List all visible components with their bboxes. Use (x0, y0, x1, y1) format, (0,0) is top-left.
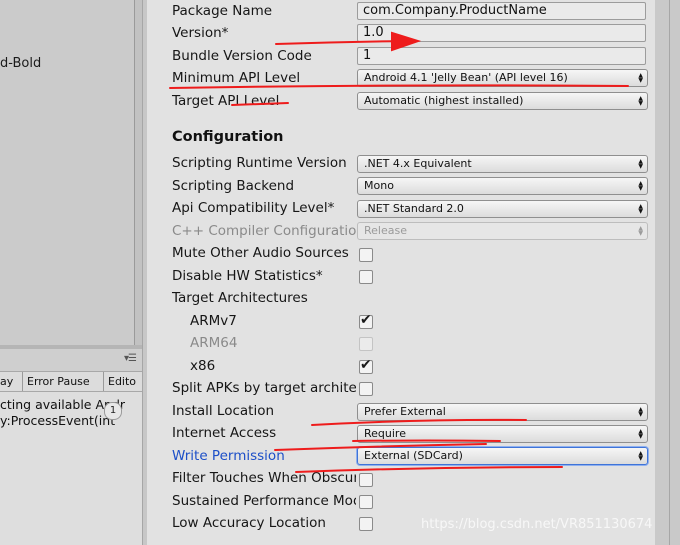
write-permission-label: Write Permission (172, 448, 285, 464)
disable-hw-statistics-checkbox[interactable] (359, 270, 373, 284)
x86-label: x86 (190, 358, 216, 374)
target-api-level-label: Target API Level (172, 93, 280, 109)
dropdown-value: Mono (364, 179, 394, 192)
armv7-label: ARMv7 (190, 313, 237, 329)
hierarchy-panel (0, 0, 135, 345)
cpp-compiler-configuration-dropdown: Release ▲ ▼ (357, 222, 648, 240)
font-name-fragment: d-Bold (0, 56, 42, 71)
configuration-section-title: Configuration (172, 129, 284, 145)
console-log-line[interactable]: y:ProcessEvent(int (0, 413, 115, 428)
install-location-dropdown[interactable]: Prefer External ▲ ▼ (357, 403, 648, 421)
scripting-backend-label: Scripting Backend (172, 178, 295, 194)
dropdown-value: External (SDCard) (364, 449, 463, 462)
console-header: ▾☰ (0, 349, 142, 372)
dropdown-value: Android 4.1 'Jelly Bean' (API level 16) (364, 71, 568, 84)
package-name-field[interactable]: com.Company.ProductName (357, 2, 646, 20)
x86-checkbox[interactable]: ✔ (359, 357, 373, 374)
version-field[interactable]: 1.0 (357, 24, 646, 42)
panel-separator (134, 0, 135, 345)
checkmark-icon: ✔ (360, 312, 372, 328)
target-architectures-label: Target Architectures (172, 290, 308, 306)
package-name-label: Package Name (172, 3, 273, 19)
api-compatibility-level-dropdown[interactable]: .NET Standard 2.0 ▲ ▼ (357, 200, 648, 218)
cpp-compiler-configuration-label: C++ Compiler Configuration (172, 223, 356, 239)
scrollbar-track (669, 0, 670, 545)
install-location-label: Install Location (172, 403, 275, 419)
version-label: Version* (172, 25, 229, 41)
write-permission-dropdown[interactable]: External (SDCard) ▲ ▼ (357, 447, 648, 465)
low-accuracy-location-label: Low Accuracy Location (172, 515, 326, 531)
split-apks-checkbox[interactable] (359, 382, 373, 396)
up-down-arrow-icon: ▲ ▼ (638, 428, 643, 440)
scripting-backend-dropdown[interactable]: Mono ▲ ▼ (357, 177, 648, 195)
internet-access-label: Internet Access (172, 425, 277, 441)
up-down-arrow-icon: ▲ ▼ (638, 406, 643, 418)
dropdown-value: .NET Standard 2.0 (364, 202, 464, 215)
minimum-api-level-label: Minimum API Level (172, 70, 301, 86)
up-down-arrow-icon: ▲ ▼ (638, 158, 643, 170)
up-down-arrow-icon: ▲ ▼ (638, 450, 643, 462)
target-api-level-dropdown[interactable]: Automatic (highest installed) ▲ ▼ (357, 92, 648, 110)
checkmark-icon: ✔ (360, 357, 372, 373)
split-apks-label: Split APKs by target architecture (172, 380, 356, 396)
filter-touches-label: Filter Touches When Obscured (172, 470, 356, 486)
dropdown-value: Require (364, 427, 406, 440)
sustained-performance-label: Sustained Performance Mode (172, 493, 356, 509)
inspector-scrollbar[interactable] (655, 0, 680, 545)
arm64-label: ARM64 (190, 335, 238, 351)
clear-on-play-toggle[interactable]: ay (0, 372, 23, 391)
internet-access-dropdown[interactable]: Require ▲ ▼ (357, 425, 648, 443)
up-down-arrow-icon: ▲ ▼ (638, 225, 643, 237)
bundle-version-code-field[interactable]: 1 (357, 47, 646, 65)
up-down-arrow-icon: ▲ ▼ (638, 72, 643, 84)
up-down-arrow-icon: ▲ ▼ (638, 180, 643, 192)
low-accuracy-location-checkbox[interactable] (359, 517, 373, 531)
mute-other-audio-sources-checkbox[interactable] (359, 248, 373, 262)
sustained-performance-checkbox[interactable] (359, 495, 373, 509)
dropdown-value: Prefer External (364, 405, 446, 418)
scripting-runtime-version-label: Scripting Runtime Version (172, 155, 347, 171)
filter-touches-checkbox[interactable] (359, 473, 373, 487)
log-count-badge: 1 (104, 402, 122, 420)
watermark-text: https://blog.csdn.net/VR851130674 (421, 517, 653, 532)
mute-other-audio-sources-label: Mute Other Audio Sources (172, 245, 349, 261)
up-down-arrow-icon: ▲ ▼ (638, 203, 643, 215)
panel-menu-icon[interactable]: ▾☰ (124, 353, 137, 364)
arm64-checkbox (359, 337, 373, 351)
bundle-version-code-label: Bundle Version Code (172, 48, 312, 64)
dropdown-value: .NET 4.x Equivalent (364, 157, 472, 170)
error-pause-toggle[interactable]: Error Pause (23, 372, 104, 391)
api-compatibility-level-label: Api Compatibility Level* (172, 200, 335, 216)
dropdown-value: Automatic (highest installed) (364, 94, 524, 107)
editor-dropdown[interactable]: Edito (104, 372, 142, 391)
armv7-checkbox[interactable]: ✔ (359, 312, 373, 329)
minimum-api-level-dropdown[interactable]: Android 4.1 'Jelly Bean' (API level 16) … (357, 69, 648, 87)
scripting-runtime-version-dropdown[interactable]: .NET 4.x Equivalent ▲ ▼ (357, 155, 648, 173)
dropdown-value: Release (364, 224, 407, 237)
up-down-arrow-icon: ▲ ▼ (638, 95, 643, 107)
disable-hw-statistics-label: Disable HW Statistics* (172, 268, 323, 284)
console-toolbar: ay Error Pause Edito (0, 372, 142, 392)
